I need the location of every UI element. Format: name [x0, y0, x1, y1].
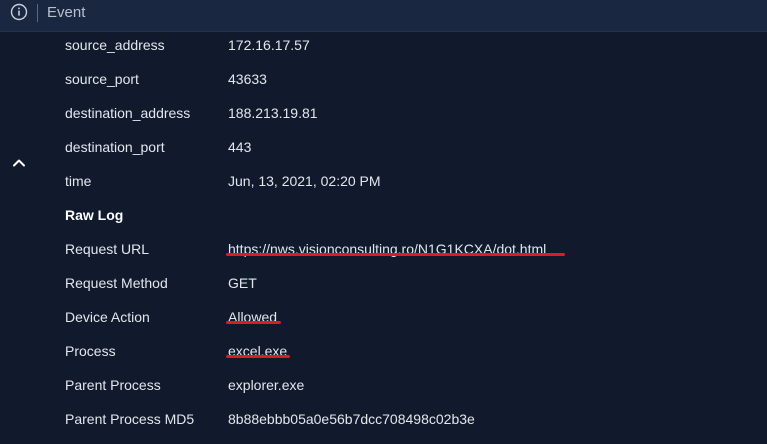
highlight-underline	[226, 321, 281, 324]
field-label: source_address	[65, 37, 165, 53]
field-value: GET	[228, 275, 257, 291]
highlight-underline	[226, 355, 290, 358]
field-value: 172.16.17.57	[228, 37, 310, 53]
field-row-parent-process: Parent Process explorer.exe	[0, 376, 767, 410]
field-row-process: Process excel.exe	[0, 342, 767, 376]
field-label: Process	[65, 343, 116, 359]
field-value: explorer.exe	[228, 377, 305, 393]
header-title: Event	[47, 4, 86, 21]
field-label: Parent Process	[65, 377, 161, 393]
field-row-request-url: Request URL https://nws.visionconsulting…	[0, 240, 767, 274]
highlight-underline	[226, 253, 565, 256]
field-value: Jun, 13, 2021, 02:20 PM	[228, 173, 381, 189]
field-label: source_port	[65, 71, 139, 87]
field-row-source-address: source_address 172.16.17.57	[0, 36, 767, 70]
field-row-source-port: source_port 43633	[0, 70, 767, 104]
field-value: 8b88ebbb05a0e56b7dcc708498c02b3e	[228, 411, 475, 427]
event-header: Event	[0, 0, 767, 32]
field-label: Request Method	[65, 275, 168, 291]
field-label: Parent Process MD5	[65, 411, 195, 427]
info-circle-icon[interactable]	[10, 3, 28, 21]
field-label: time	[65, 173, 92, 189]
field-label: destination_address	[65, 105, 191, 121]
field-value: 188.213.19.81	[228, 105, 318, 121]
raw-log-heading: Raw Log	[65, 207, 124, 223]
field-label: Request URL	[65, 241, 150, 257]
field-value: 43633	[228, 71, 267, 87]
field-row-destination-port: destination_port 443	[0, 138, 767, 172]
field-row-device-action: Device Action Allowed	[0, 308, 767, 342]
field-label: Device Action	[65, 309, 150, 325]
field-label: destination_port	[65, 139, 165, 155]
field-row-time: time Jun, 13, 2021, 02:20 PM	[0, 172, 767, 206]
field-row-parent-process-md5: Parent Process MD5 8b88ebbb05a0e56b7dcc7…	[0, 410, 767, 444]
field-value: 443	[228, 139, 252, 155]
field-row-destination-address: destination_address 188.213.19.81	[0, 104, 767, 138]
field-row-request-method: Request Method GET	[0, 274, 767, 308]
header-divider	[37, 4, 38, 22]
